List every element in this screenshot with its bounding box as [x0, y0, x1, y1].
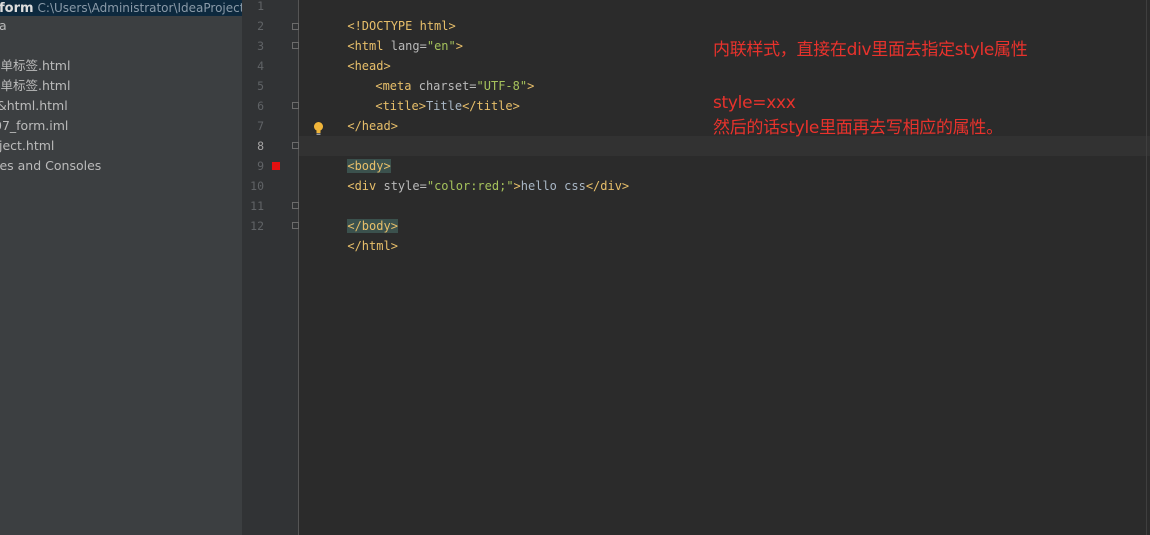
- line-number: 12: [250, 219, 264, 233]
- line-number: 7: [257, 119, 264, 133]
- fold-marker-icon[interactable]: [292, 102, 299, 109]
- fold-marker-icon[interactable]: [292, 42, 299, 49]
- line-number: 9: [257, 159, 264, 173]
- code-line[interactable]: <html lang="en">: [304, 16, 463, 53]
- code-line[interactable]: <title>Title</title>: [332, 76, 520, 113]
- fold-marker-icon[interactable]: [292, 142, 299, 149]
- annotation-line: 然后的话style里面再去写相应的属性。: [713, 118, 1003, 138]
- code-token-tag: </div>: [585, 179, 630, 193]
- project-root-row[interactable]: form C:\Users\Administrator\IdeaProjects: [0, 0, 242, 16]
- code-token-tag: >: [527, 79, 535, 93]
- code-token-string: "en": [426, 39, 456, 53]
- editor-gutter[interactable]: 1 2 3 4 5 6 7 8 9 10 11 12: [242, 0, 299, 535]
- tree-item[interactable]: ies and Consoles: [0, 156, 101, 176]
- code-token-tag: </html>: [347, 239, 398, 253]
- tree-item[interactable]: a: [0, 16, 7, 36]
- right-margin-guide: [1146, 0, 1147, 535]
- project-root-path: C:\Users\Administrator\IdeaProjects: [37, 1, 242, 15]
- line-number: 1: [257, 0, 264, 13]
- code-line[interactable]: </html>: [304, 216, 398, 253]
- line-number: 2: [257, 19, 264, 33]
- line-number: 3: [257, 39, 264, 53]
- tree-item[interactable]: 07_form.iml: [0, 116, 68, 136]
- code-token-tag: </head>: [347, 119, 398, 133]
- line-number: 4: [257, 59, 264, 73]
- code-token-attr: style=: [383, 179, 427, 193]
- tree-item[interactable]: &html.html: [0, 96, 68, 116]
- code-token-attr: lang=: [390, 39, 427, 53]
- code-line[interactable]: <meta charset="UTF-8">: [332, 56, 534, 93]
- line-number-current: 8: [257, 139, 264, 153]
- ide-window: form C:\Users\Administrator\IdeaProjects …: [0, 0, 1150, 535]
- tree-item[interactable]: ject.html: [0, 136, 54, 156]
- lightbulb-icon[interactable]: [313, 121, 324, 137]
- annotation-line: style=xxx: [713, 93, 796, 113]
- code-line[interactable]: <!DOCTYPE html>: [304, 0, 455, 33]
- annotation-line: 内联样式，直接在div里面去指定style属性: [713, 40, 1028, 60]
- tree-item[interactable]: 表单标签.html: [0, 76, 70, 96]
- code-editor[interactable]: 1 2 3 4 5 6 7 8 9 10 11 12 <!DOCTYPE htm…: [242, 0, 1150, 535]
- code-line[interactable]: <head>: [304, 36, 390, 73]
- code-line[interactable]: <body>: [304, 136, 391, 173]
- code-token-tag: >: [455, 39, 463, 53]
- code-token-text: Title: [425, 99, 463, 113]
- breakpoint-icon[interactable]: [272, 162, 280, 170]
- code-token-text: hello css: [520, 179, 586, 193]
- code-token-string: "color:red;": [426, 179, 514, 193]
- code-token-tag: >: [513, 179, 521, 193]
- code-token-tag: <div: [347, 179, 384, 193]
- code-token-tag: </title>: [462, 99, 520, 113]
- tree-item[interactable]: 表单标签.html: [0, 56, 70, 76]
- line-number: 10: [250, 179, 264, 193]
- project-panel: form C:\Users\Administrator\IdeaProjects …: [0, 0, 242, 535]
- fold-marker-icon[interactable]: [292, 202, 299, 209]
- fold-marker-icon[interactable]: [292, 23, 299, 30]
- fold-marker-icon[interactable]: [292, 222, 299, 229]
- code-line[interactable]: <div style="color:red;">hello css</div>: [304, 156, 629, 193]
- code-line[interactable]: </head>: [304, 96, 398, 133]
- project-root-name: form: [0, 1, 34, 16]
- line-number: 11: [250, 199, 264, 213]
- code-line[interactable]: </body>: [304, 196, 398, 233]
- line-number: 6: [257, 99, 264, 113]
- current-line-highlight: [299, 136, 1150, 156]
- line-number: 5: [257, 79, 264, 93]
